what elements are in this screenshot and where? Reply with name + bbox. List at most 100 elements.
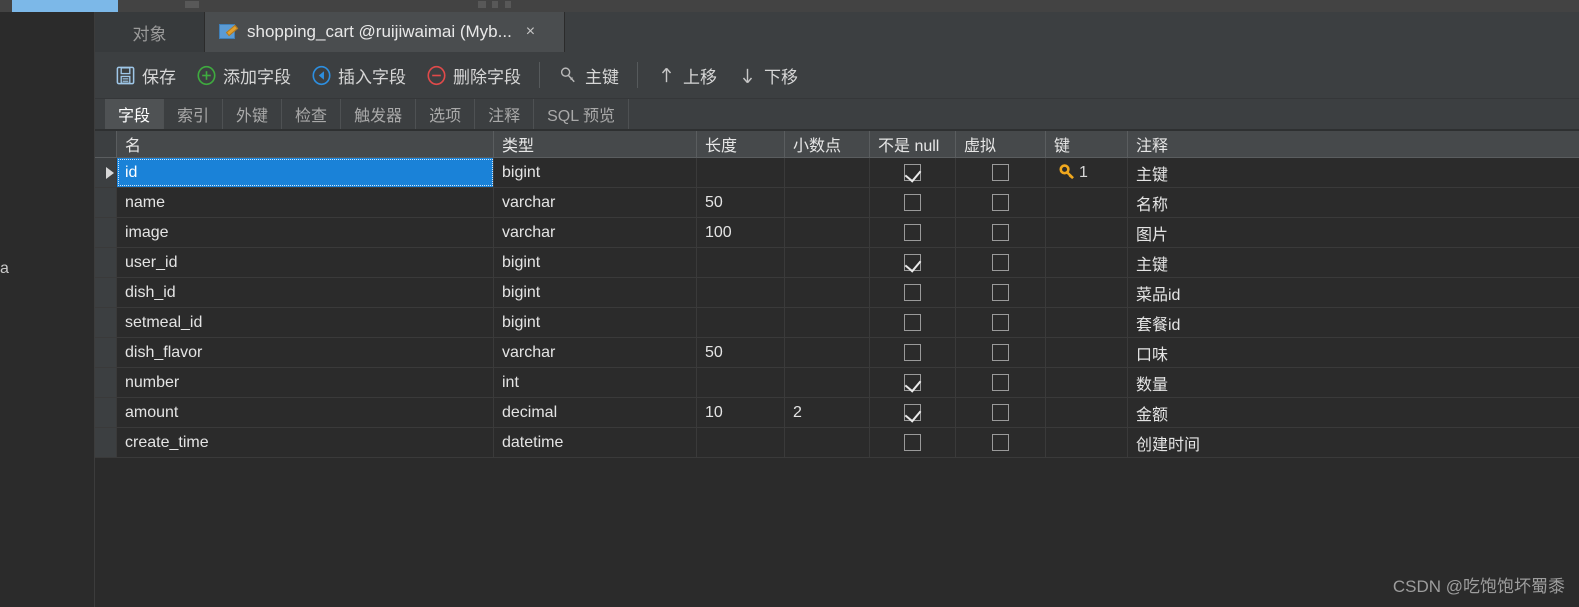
cell-field-key[interactable] (1046, 248, 1128, 277)
checkbox-unchecked-icon[interactable] (904, 284, 921, 301)
checkbox-checked-icon[interactable] (904, 404, 921, 421)
cell-field-comment[interactable]: 主键 (1128, 158, 1579, 187)
grid-header-length[interactable]: 长度 (697, 131, 785, 157)
grid-header-decimals[interactable]: 小数点 (785, 131, 870, 157)
cell-field-comment[interactable]: 创建时间 (1128, 428, 1579, 457)
close-icon[interactable]: × (526, 24, 535, 40)
table-row[interactable]: dish_flavor varchar 50 口味 (95, 338, 1579, 368)
row-marker[interactable] (95, 428, 117, 457)
tab-comment[interactable]: 注释 (475, 99, 535, 129)
checkbox-unchecked-icon[interactable] (904, 194, 921, 211)
cell-field-length[interactable] (697, 308, 785, 337)
checkbox-unchecked-icon[interactable] (904, 314, 921, 331)
cell-field-length[interactable] (697, 428, 785, 457)
cell-field-name[interactable]: id (117, 158, 494, 187)
checkbox-unchecked-icon[interactable] (992, 224, 1009, 241)
row-marker[interactable] (95, 338, 117, 367)
checkbox-unchecked-icon[interactable] (992, 404, 1009, 421)
cell-field-type[interactable]: varchar (494, 338, 697, 367)
cell-field-length[interactable] (697, 278, 785, 307)
checkbox-unchecked-icon[interactable] (992, 374, 1009, 391)
checkbox-checked-icon[interactable] (904, 164, 921, 181)
cell-field-name[interactable]: name (117, 188, 494, 217)
insert-field-button[interactable]: 插入字段 (301, 58, 416, 92)
cell-field-type[interactable]: bigint (494, 308, 697, 337)
cell-field-comment[interactable]: 图片 (1128, 218, 1579, 247)
delete-field-button[interactable]: 删除字段 (416, 58, 531, 92)
cell-field-type[interactable]: bigint (494, 158, 697, 187)
cell-field-not-null[interactable] (870, 278, 956, 307)
table-row[interactable]: name varchar 50 名称 (95, 188, 1579, 218)
table-row[interactable]: number int 数量 (95, 368, 1579, 398)
save-button[interactable]: 保存 (105, 58, 186, 92)
tab-checks[interactable]: 检查 (282, 99, 342, 129)
row-marker[interactable] (95, 188, 117, 217)
checkbox-unchecked-icon[interactable] (992, 434, 1009, 451)
cell-field-comment[interactable]: 金额 (1128, 398, 1579, 427)
cell-field-not-null[interactable] (870, 188, 956, 217)
cell-field-type[interactable]: int (494, 368, 697, 397)
tab-foreign-keys[interactable]: 外键 (223, 99, 283, 129)
tab-options[interactable]: 选项 (416, 99, 476, 129)
checkbox-unchecked-icon[interactable] (992, 284, 1009, 301)
cell-field-decimals[interactable] (785, 308, 870, 337)
row-marker[interactable] (95, 218, 117, 247)
row-marker[interactable] (95, 158, 117, 187)
checkbox-unchecked-icon[interactable] (992, 344, 1009, 361)
table-row[interactable]: create_time datetime 创建时间 (95, 428, 1579, 458)
cell-field-virtual[interactable] (956, 218, 1046, 247)
cell-field-name[interactable]: create_time (117, 428, 494, 457)
cell-field-virtual[interactable] (956, 158, 1046, 187)
cell-field-not-null[interactable] (870, 398, 956, 427)
row-marker[interactable] (95, 278, 117, 307)
cell-field-comment[interactable]: 口味 (1128, 338, 1579, 367)
cell-field-comment[interactable]: 套餐id (1128, 308, 1579, 337)
cell-field-virtual[interactable] (956, 308, 1046, 337)
cell-field-name[interactable]: user_id (117, 248, 494, 277)
grid-header-key[interactable]: 键 (1046, 131, 1128, 157)
table-row[interactable]: amount decimal 10 2 金额 (95, 398, 1579, 428)
checkbox-unchecked-icon[interactable] (904, 434, 921, 451)
cell-field-virtual[interactable] (956, 428, 1046, 457)
cell-field-length[interactable]: 100 (697, 218, 785, 247)
move-up-button[interactable]: 上移 (646, 58, 727, 92)
tab-objects[interactable]: 对象 (95, 12, 205, 52)
row-marker[interactable] (95, 368, 117, 397)
cell-field-decimals[interactable]: 2 (785, 398, 870, 427)
cell-field-type[interactable]: decimal (494, 398, 697, 427)
table-row[interactable]: id bigint 1 主键 (95, 158, 1579, 188)
cell-field-length[interactable] (697, 248, 785, 277)
checkbox-unchecked-icon[interactable] (992, 164, 1009, 181)
cell-field-name[interactable]: amount (117, 398, 494, 427)
cell-field-virtual[interactable] (956, 278, 1046, 307)
cell-field-decimals[interactable] (785, 218, 870, 247)
cell-field-decimals[interactable] (785, 188, 870, 217)
checkbox-unchecked-icon[interactable] (992, 314, 1009, 331)
row-marker[interactable] (95, 248, 117, 277)
cell-field-length[interactable]: 50 (697, 188, 785, 217)
cell-field-type[interactable]: bigint (494, 278, 697, 307)
tab-sql-preview[interactable]: SQL 预览 (534, 99, 629, 129)
cell-field-key[interactable] (1046, 188, 1128, 217)
cell-field-key[interactable]: 1 (1046, 158, 1128, 187)
cell-field-not-null[interactable] (870, 368, 956, 397)
cell-field-comment[interactable]: 主键 (1128, 248, 1579, 277)
cell-field-length[interactable] (697, 368, 785, 397)
cell-field-not-null[interactable] (870, 428, 956, 457)
cell-field-key[interactable] (1046, 308, 1128, 337)
cell-field-key[interactable] (1046, 428, 1128, 457)
cell-field-comment[interactable]: 名称 (1128, 188, 1579, 217)
row-marker[interactable] (95, 308, 117, 337)
cell-field-name[interactable]: image (117, 218, 494, 247)
cell-field-key[interactable] (1046, 278, 1128, 307)
cell-field-virtual[interactable] (956, 248, 1046, 277)
cell-field-virtual[interactable] (956, 338, 1046, 367)
cell-field-not-null[interactable] (870, 308, 956, 337)
cell-field-virtual[interactable] (956, 398, 1046, 427)
cell-field-not-null[interactable] (870, 248, 956, 277)
grid-header-name[interactable]: 名 (117, 131, 494, 157)
cell-field-key[interactable] (1046, 398, 1128, 427)
cell-field-type[interactable]: varchar (494, 218, 697, 247)
table-row[interactable]: image varchar 100 图片 (95, 218, 1579, 248)
cell-field-decimals[interactable] (785, 338, 870, 367)
